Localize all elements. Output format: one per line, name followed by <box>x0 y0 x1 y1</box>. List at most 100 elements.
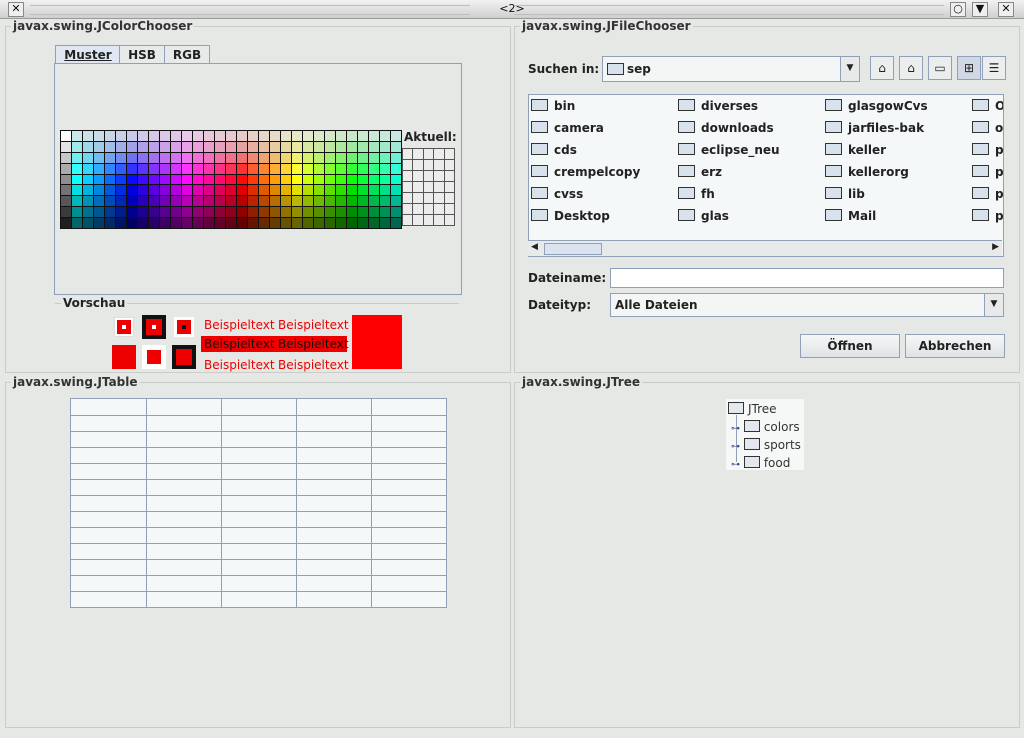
color-swatch[interactable] <box>215 196 225 207</box>
color-swatch[interactable] <box>237 185 247 196</box>
color-swatch[interactable] <box>94 152 104 163</box>
color-swatch[interactable] <box>61 163 71 174</box>
color-swatch[interactable] <box>94 141 104 152</box>
color-swatch[interactable] <box>369 131 379 141</box>
recent-swatch-grid[interactable] <box>402 148 455 226</box>
scroll-right-icon[interactable]: ▶ <box>992 242 999 252</box>
color-swatch[interactable] <box>149 218 159 228</box>
color-swatch[interactable] <box>105 141 115 152</box>
color-swatch[interactable] <box>336 218 346 228</box>
recent-swatch[interactable] <box>423 171 434 181</box>
recent-swatch[interactable] <box>413 204 423 214</box>
color-swatch[interactable] <box>83 196 93 207</box>
color-swatch[interactable] <box>391 131 401 141</box>
list-item[interactable]: Mail <box>825 209 876 223</box>
color-swatch[interactable] <box>303 218 313 228</box>
list-item[interactable]: fh <box>678 187 715 201</box>
recent-swatch[interactable] <box>434 182 444 192</box>
color-swatch[interactable] <box>336 174 346 185</box>
color-swatch[interactable] <box>347 218 357 228</box>
color-swatch[interactable] <box>171 163 181 174</box>
color-swatch[interactable] <box>193 152 203 163</box>
recent-swatch[interactable] <box>423 215 434 225</box>
color-swatch[interactable] <box>347 141 357 152</box>
tab-hsb[interactable]: HSB <box>119 45 165 64</box>
color-swatch[interactable] <box>325 163 335 174</box>
list-item[interactable]: kellerorg <box>825 165 909 179</box>
color-swatch[interactable] <box>314 141 324 152</box>
recent-swatch[interactable] <box>444 160 454 170</box>
color-swatch[interactable] <box>292 141 302 152</box>
color-swatch[interactable] <box>182 185 192 196</box>
new-folder-icon[interactable]: ▭ <box>928 56 952 80</box>
color-swatch[interactable] <box>347 174 357 185</box>
color-swatch-grid[interactable] <box>60 130 402 229</box>
color-swatch[interactable] <box>149 163 159 174</box>
color-swatch[interactable] <box>94 196 104 207</box>
color-swatch[interactable] <box>380 207 390 218</box>
filename-input[interactable] <box>610 268 1004 288</box>
color-swatch[interactable] <box>116 141 126 152</box>
recent-swatch[interactable] <box>434 171 444 181</box>
color-swatch[interactable] <box>369 207 379 218</box>
color-swatch[interactable] <box>358 163 368 174</box>
color-swatch[interactable] <box>105 163 115 174</box>
color-swatch[interactable] <box>149 196 159 207</box>
color-swatch[interactable] <box>171 185 181 196</box>
expand-handle-icon[interactable]: ⊶ <box>731 442 740 452</box>
look-in-combo[interactable]: sep ▼ <box>602 56 860 82</box>
color-swatch[interactable] <box>369 152 379 163</box>
color-swatch[interactable] <box>72 196 82 207</box>
color-swatch[interactable] <box>171 207 181 218</box>
color-swatch[interactable] <box>61 196 71 207</box>
color-swatch[interactable] <box>314 131 324 141</box>
color-swatch[interactable] <box>292 131 302 141</box>
color-swatch[interactable] <box>171 141 181 152</box>
color-swatch[interactable] <box>248 185 258 196</box>
color-swatch[interactable] <box>105 185 115 196</box>
tab-rgb[interactable]: RGB <box>164 45 210 64</box>
color-swatch[interactable] <box>281 196 291 207</box>
color-swatch[interactable] <box>149 131 159 141</box>
color-swatch[interactable] <box>358 131 368 141</box>
color-swatch[interactable] <box>347 152 357 163</box>
color-swatch[interactable] <box>325 196 335 207</box>
color-swatch[interactable] <box>226 207 236 218</box>
color-swatch[interactable] <box>116 131 126 141</box>
color-swatch[interactable] <box>83 174 93 185</box>
color-swatch[interactable] <box>270 141 280 152</box>
color-swatch[interactable] <box>182 196 192 207</box>
color-swatch[interactable] <box>391 174 401 185</box>
color-swatch[interactable] <box>127 141 137 152</box>
color-swatch[interactable] <box>149 174 159 185</box>
color-swatch[interactable] <box>380 196 390 207</box>
color-swatch[interactable] <box>116 218 126 228</box>
color-swatch[interactable] <box>215 207 225 218</box>
color-swatch[interactable] <box>226 163 236 174</box>
color-swatch[interactable] <box>72 163 82 174</box>
color-swatch[interactable] <box>61 141 71 152</box>
color-swatch[interactable] <box>391 218 401 228</box>
color-swatch[interactable] <box>138 207 148 218</box>
color-swatch[interactable] <box>127 196 137 207</box>
color-swatch[interactable] <box>380 218 390 228</box>
color-swatch[interactable] <box>358 196 368 207</box>
color-swatch[interactable] <box>204 196 214 207</box>
file-list[interactable]: bin camera cds crempelcopy cvss Desktop … <box>528 94 1004 257</box>
color-swatch[interactable] <box>325 207 335 218</box>
list-item[interactable]: cvss <box>531 187 583 201</box>
color-swatch[interactable] <box>160 163 170 174</box>
color-swatch[interactable] <box>270 131 280 141</box>
list-item[interactable]: erz <box>678 165 722 179</box>
color-swatch[interactable] <box>259 218 269 228</box>
recent-swatch[interactable] <box>444 193 454 203</box>
color-swatch[interactable] <box>270 163 280 174</box>
color-swatch[interactable] <box>391 152 401 163</box>
color-swatch[interactable] <box>83 207 93 218</box>
color-swatch[interactable] <box>259 152 269 163</box>
color-swatch[interactable] <box>138 185 148 196</box>
color-swatch[interactable] <box>347 196 357 207</box>
color-swatch[interactable] <box>248 141 258 152</box>
color-swatch[interactable] <box>94 131 104 141</box>
color-swatch[interactable] <box>138 174 148 185</box>
